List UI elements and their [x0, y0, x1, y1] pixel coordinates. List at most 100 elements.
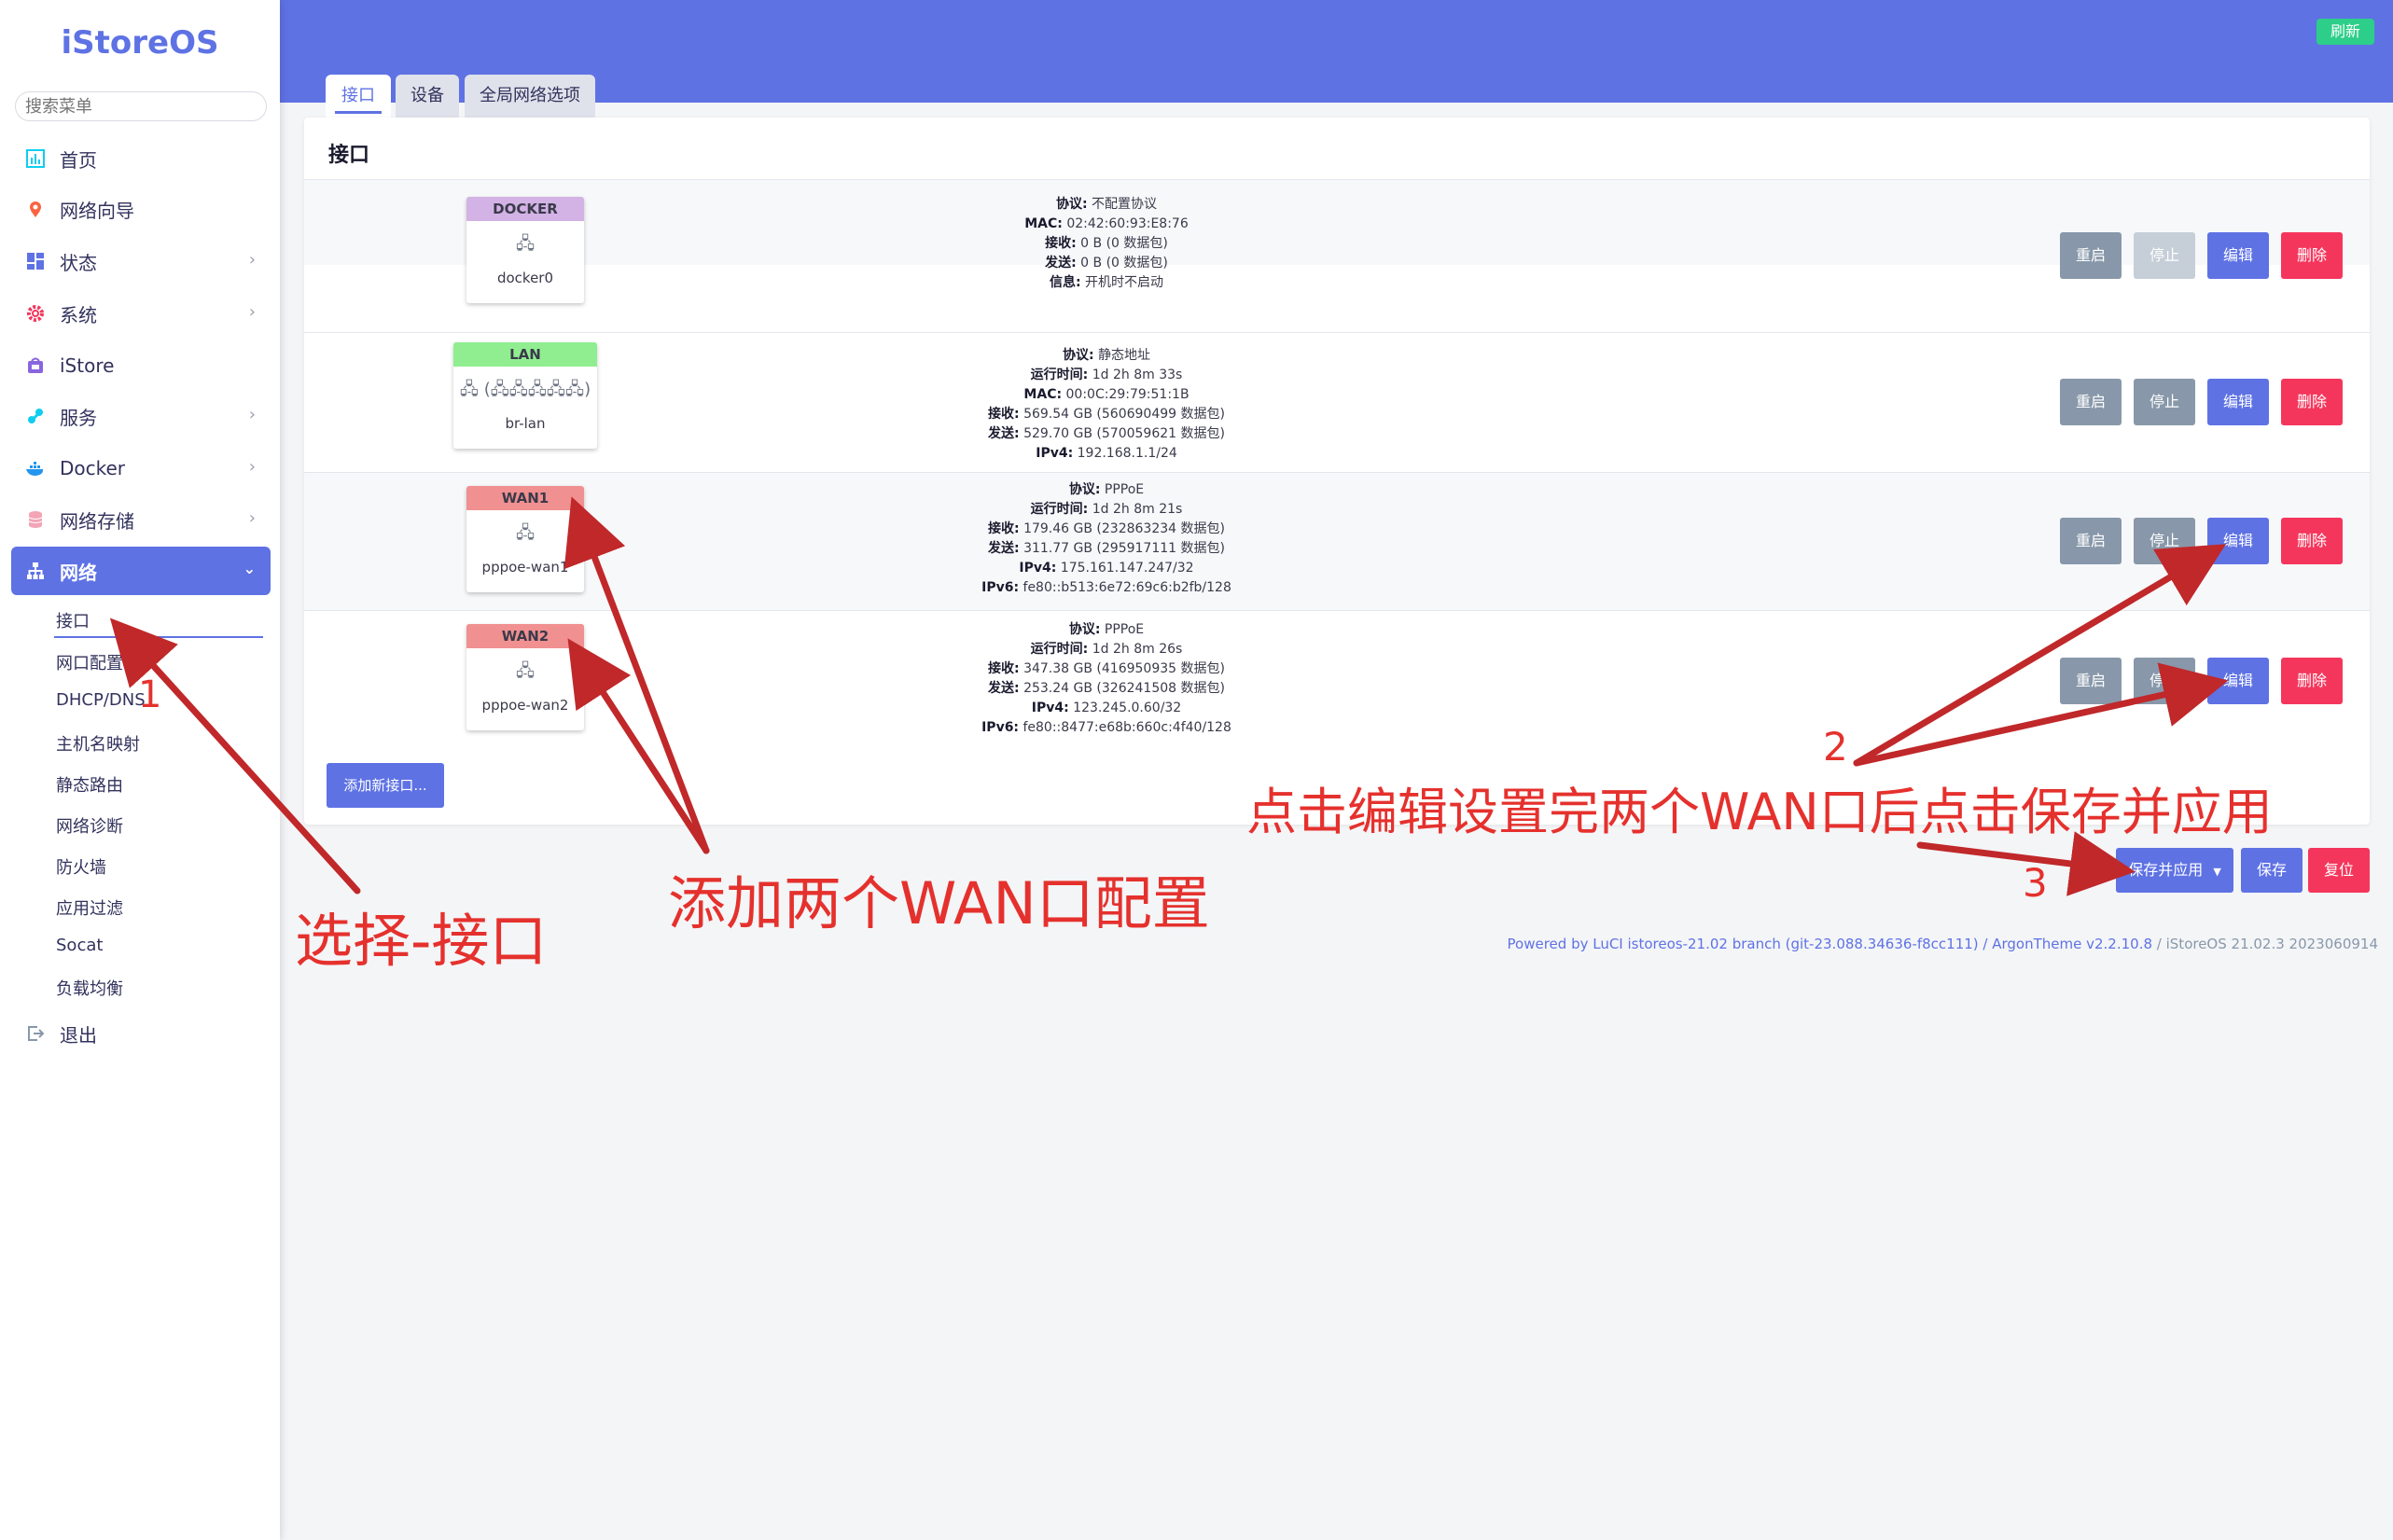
- stop-button[interactable]: 停止: [2134, 379, 2195, 425]
- search-input[interactable]: [15, 91, 267, 121]
- sidebar-item-home[interactable]: 首页: [11, 134, 271, 183]
- interface-device: docker0: [496, 270, 554, 286]
- interface-name: WAN1: [466, 486, 584, 510]
- subitem-interfaces[interactable]: 接口: [56, 608, 90, 632]
- interface-badge: WAN1 🖧 pppoe-wan1: [466, 486, 584, 592]
- sidebar-item-label: 网络存储: [60, 509, 134, 533]
- subitem-firewall[interactable]: 防火墙: [56, 854, 106, 879]
- subitem-dhcp-dns[interactable]: DHCP/DNS: [56, 690, 146, 710]
- subitem-port-config[interactable]: 网口配置: [56, 650, 123, 674]
- subitem-static-routes[interactable]: 静态路由: [56, 772, 123, 797]
- interface-device: pppoe-wan2: [481, 697, 569, 714]
- interface-info: 协议: 静态地址 运行时间: 1d 2h 8m 33s MAC: 00:0C:2…: [988, 348, 1225, 461]
- sidebar-item-label: 服务: [60, 406, 97, 429]
- sidebar-item-status[interactable]: 状态 ›: [11, 237, 271, 285]
- gear-icon: [24, 302, 47, 325]
- sidebar-item-docker[interactable]: Docker ›: [11, 444, 271, 493]
- ethernet-icon: 🖧 (🖧🖧🖧🖧🖧): [459, 380, 591, 399]
- sidebar-item-label: Docker: [60, 457, 126, 479]
- edit-button[interactable]: 编辑: [2207, 379, 2269, 425]
- reset-button[interactable]: 复位: [2308, 848, 2370, 893]
- tab-devices[interactable]: 设备: [396, 75, 459, 118]
- restart-button[interactable]: 重启: [2060, 658, 2122, 704]
- save-button[interactable]: 保存: [2241, 848, 2303, 893]
- ethernet-icon: 🖧: [515, 234, 536, 254]
- edit-button[interactable]: 编辑: [2207, 658, 2269, 704]
- docker-icon: [24, 457, 47, 479]
- card-title: 接口: [328, 144, 370, 167]
- interface-badge: LAN 🖧 (🖧🖧🖧🖧🖧) br-lan: [453, 342, 597, 449]
- chevron-right-icon: ›: [248, 302, 256, 322]
- subitem-load-balance[interactable]: 负载均衡: [56, 976, 123, 1000]
- network-icon: [24, 560, 47, 582]
- save-apply-button[interactable]: 保存并应用 ▼: [2116, 848, 2233, 893]
- sidebar-item-storage[interactable]: 网络存储 ›: [11, 495, 271, 544]
- restart-button[interactable]: 重启: [2060, 379, 2122, 425]
- chevron-down-icon: ⌄: [243, 560, 256, 577]
- sidebar: iStoreOS 首页 网络向导 状态 › 系统 › iStore 服务 › D…: [0, 0, 280, 1540]
- footer: Powered by LuCI istoreos-21.02 branch (g…: [1508, 936, 2378, 952]
- ethernet-icon: 🖧: [515, 661, 536, 681]
- puzzle-icon: [24, 405, 47, 427]
- tab-interfaces[interactable]: 接口: [326, 75, 391, 118]
- subitem-socat[interactable]: Socat: [56, 936, 103, 955]
- active-underline: [54, 636, 263, 638]
- edit-button[interactable]: 编辑: [2207, 232, 2269, 279]
- chevron-right-icon: ›: [248, 405, 256, 424]
- annotation-select-interface: 选择-接口: [295, 907, 548, 975]
- interface-name: DOCKER: [466, 197, 584, 221]
- logo: iStoreOS: [61, 24, 219, 62]
- sidebar-item-label: iStore: [60, 354, 115, 377]
- stop-button[interactable]: 停止: [2134, 658, 2195, 704]
- sidebar-item-label: 首页: [60, 148, 97, 172]
- subitem-hostnames[interactable]: 主机名映射: [56, 731, 140, 756]
- sidebar-item-istore[interactable]: iStore: [11, 341, 271, 390]
- delete-button[interactable]: 删除: [2281, 379, 2343, 425]
- sidebar-item-services[interactable]: 服务 ›: [11, 392, 271, 440]
- footer-powered[interactable]: Powered by LuCI istoreos-21.02 branch (g…: [1508, 936, 2153, 952]
- subitem-diagnostics[interactable]: 网络诊断: [56, 813, 123, 838]
- refresh-button[interactable]: 刷新: [2316, 19, 2374, 45]
- sidebar-item-logout[interactable]: 退出: [11, 1009, 271, 1058]
- sidebar-item-system[interactable]: 系统 ›: [11, 289, 271, 338]
- database-icon: [24, 508, 47, 531]
- subitem-app-filter[interactable]: 应用过滤: [56, 895, 123, 920]
- sidebar-item-wizard[interactable]: 网络向导: [11, 185, 271, 233]
- sidebar-item-label: 状态: [60, 251, 97, 274]
- chevron-right-icon: ›: [248, 457, 256, 477]
- delete-button[interactable]: 删除: [2281, 658, 2343, 704]
- sidebar-item-network[interactable]: 网络 ⌄: [11, 547, 271, 595]
- interface-info: 协议: 不配置协议 MAC: 02:42:60:93:E8:76 接收: 0 B…: [1024, 197, 1189, 290]
- store-icon: [24, 354, 47, 377]
- restart-button[interactable]: 重启: [2060, 232, 2122, 279]
- annotation-add-wan: 添加两个WAN口配置: [668, 869, 1210, 937]
- annotation-number-1: 1: [138, 673, 162, 716]
- interface-name: WAN2: [466, 624, 584, 648]
- add-interface-button[interactable]: 添加新接口...: [327, 763, 444, 808]
- arrow-to-save-apply: [1916, 831, 2136, 896]
- interfaces-card: 接口 DOCKER 🖧 docker0 协议: 不配置协议 MAC: 02:42…: [304, 118, 2370, 825]
- sidebar-item-label: 网络向导: [60, 199, 134, 222]
- dropdown-caret-icon: ▼: [2213, 866, 2221, 878]
- interface-device: br-lan: [505, 415, 546, 432]
- chevron-right-icon: ›: [248, 508, 256, 528]
- interface-info: 协议: PPPoE 运行时间: 1d 2h 8m 26s 接收: 347.38 …: [981, 622, 1231, 735]
- ethernet-icon: 🖧: [515, 523, 536, 543]
- interface-badge: DOCKER 🖧 docker0: [466, 197, 584, 303]
- chart-icon: [24, 147, 47, 170]
- annotation-number-3: 3: [2023, 860, 2048, 906]
- chevron-right-icon: ›: [248, 250, 256, 270]
- logout-icon: [24, 1022, 47, 1045]
- map-pin-icon: [24, 198, 47, 220]
- delete-button[interactable]: 删除: [2281, 232, 2343, 279]
- stop-button[interactable]: 停止: [2134, 518, 2195, 564]
- edit-button[interactable]: 编辑: [2207, 518, 2269, 564]
- sidebar-item-label: 系统: [60, 303, 97, 326]
- tab-global-options[interactable]: 全局网络选项: [465, 75, 595, 118]
- stop-button[interactable]: 停止: [2134, 232, 2195, 279]
- annotation-instruction: 点击编辑设置完两个WAN口后点击保存并应用: [1246, 783, 2273, 841]
- delete-button[interactable]: 删除: [2281, 518, 2343, 564]
- interface-device: pppoe-wan1: [481, 559, 569, 576]
- footer-version: / iStoreOS 21.02.3 2023060914: [2152, 936, 2378, 952]
- restart-button[interactable]: 重启: [2060, 518, 2122, 564]
